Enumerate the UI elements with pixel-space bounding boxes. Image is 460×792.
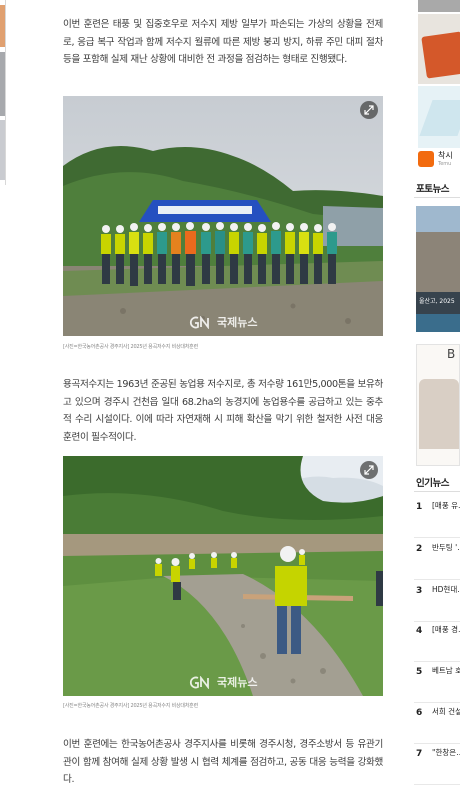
- rank-title: [매풍 경…풍 갑비: [432, 625, 460, 634]
- popular-item[interactable]: 4 [매풍 경…풍 갑비: [414, 624, 460, 664]
- ad-product-glass[interactable]: [418, 86, 460, 148]
- rank-title: [매풍 유…갑머기 !: [432, 501, 460, 510]
- temu-logo-icon: [418, 151, 434, 167]
- field-photo-image: [63, 456, 383, 696]
- rank-separator: [414, 537, 460, 538]
- photo-watermark: 국제뉴스: [189, 314, 257, 330]
- popular-item[interactable]: 3 HD현대…Ⅱ정능역: [414, 584, 460, 624]
- right-sidebar: 착시 Temu 포토뉴스 울산고, 2025 B 인기뉴스 1 [매풍 유…갑머…: [414, 0, 460, 792]
- article-photo-1[interactable]: 국제뉴스: [63, 96, 383, 336]
- rank-number: 7: [416, 749, 423, 759]
- rank-separator: [414, 743, 460, 744]
- thumbnail-city: [416, 232, 460, 292]
- expand-photo-button[interactable]: [360, 461, 378, 479]
- group-photo-image: [63, 96, 383, 336]
- left-divider: [5, 0, 6, 185]
- rank-separator: [414, 702, 460, 703]
- rank-title: 반두팅 '…정치 게임: [432, 543, 460, 552]
- banner-figure: [419, 379, 459, 449]
- rank-number: 4: [416, 626, 423, 636]
- popular-item[interactable]: 1 [매풍 유…갑머기 !: [414, 500, 460, 540]
- thumbnail-strip: [416, 314, 460, 332]
- expand-photo-button[interactable]: [360, 101, 378, 119]
- rank-separator: [414, 784, 460, 785]
- photo-watermark: 국제뉴스: [189, 674, 257, 690]
- watermark-text: 국제뉴스: [217, 676, 258, 689]
- ad-label[interactable]: 착시: [438, 150, 453, 161]
- popular-news-title[interactable]: 인기뉴스: [416, 475, 449, 489]
- article-paragraph-1: 이번 훈련은 태풍 및 집중호우로 저수지 제방 일부가 파손되는 가상의 상황…: [63, 19, 383, 65]
- expand-icon: [364, 465, 374, 475]
- ad-thumbnail-top[interactable]: [418, 0, 460, 12]
- section-divider: [414, 197, 460, 198]
- article-photo-2[interactable]: 국제뉴스: [63, 456, 383, 696]
- rank-title: 베트남 호…우소 임: [432, 666, 460, 675]
- rank-title: "한창은…자"…농: [432, 748, 460, 757]
- left-edge-strip: [0, 0, 7, 185]
- rank-number: 3: [416, 586, 423, 596]
- popular-item[interactable]: 5 베트남 호…우소 임: [414, 665, 460, 705]
- gn-logo-icon: [190, 675, 209, 689]
- rank-number: 1: [416, 502, 423, 512]
- watermark-text: 국제뉴스: [217, 316, 258, 329]
- popular-item[interactable]: 2 반두팅 '…정치 게임: [414, 542, 460, 582]
- photo-news-title[interactable]: 포토뉴스: [416, 181, 449, 195]
- section-divider: [414, 491, 460, 492]
- rank-number: 2: [416, 544, 423, 554]
- expand-icon: [364, 105, 374, 115]
- article-paragraph-3: 이번 훈련에는 한국농어촌공사 경주지사를 비롯해 경주시청, 경주소방서 등 …: [63, 739, 383, 785]
- thumbnail-sky: [416, 206, 460, 232]
- rank-number: 5: [416, 667, 423, 677]
- photo-news-thumbnail[interactable]: 울산고, 2025: [416, 206, 460, 332]
- photo-caption-2: [사진=한국농어촌공사 경주지사] 2025년 용곡저수지 비상대처훈련: [63, 703, 198, 709]
- article-paragraph-2: 용곡저수지는 1963년 준공된 농업용 저수지로, 총 저수량 161만5,0…: [63, 379, 383, 443]
- rank-separator: [414, 661, 460, 662]
- wallet-image: [421, 31, 460, 79]
- popular-item[interactable]: 6 서희 건설…일감 몰아: [414, 706, 460, 746]
- gn-logo-icon: [190, 315, 209, 329]
- ad-sub-label: Temu: [438, 161, 452, 167]
- rank-title: HD현대…Ⅱ정능역: [432, 585, 460, 594]
- rank-separator: [414, 621, 460, 622]
- rank-number: 6: [416, 708, 423, 718]
- rank-separator: [414, 579, 460, 580]
- banner-ad[interactable]: B: [416, 344, 460, 466]
- photo-caption-1: [사진=한국농어촌공사 경주지사] 2025년 용곡저수지 비상대처훈련: [63, 344, 198, 350]
- glass-image: [419, 100, 460, 136]
- photo-news-caption: 울산고, 2025: [419, 298, 455, 305]
- ad-product-wallet[interactable]: [418, 14, 460, 84]
- popular-item[interactable]: 7 "한창은…자"…농: [414, 747, 460, 787]
- banner-letter: B: [447, 347, 456, 361]
- rank-title: 서희 건설…일감 몰아: [432, 707, 460, 716]
